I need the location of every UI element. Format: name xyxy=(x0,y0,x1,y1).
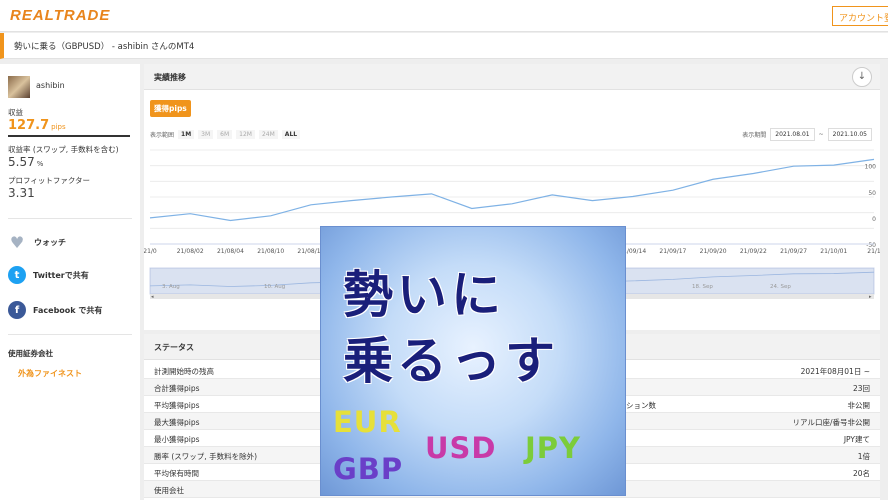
strategy-thumbnail: 勢いに 乗るっす EUR USD JPY GBP xyxy=(320,226,626,496)
twitter-icon: t xyxy=(8,266,26,284)
status-row-value: 1倍 xyxy=(857,452,870,461)
pips-badge[interactable]: 獲得pips xyxy=(150,100,191,117)
profit-underline xyxy=(8,135,130,137)
range-selector: 表示範囲 1M 3M 6M 12M 24M ALL xyxy=(150,130,301,139)
range-label: 表示範囲 xyxy=(150,132,175,139)
x-tick-label: 21/1 xyxy=(867,248,880,255)
profit-label: 収益 xyxy=(8,108,23,117)
x-tick-label: 21/08/10 xyxy=(257,248,284,255)
profile-sidebar: ashibin 収益 127.7 pips 収益率 (スワップ, 手数料を含む) … xyxy=(0,64,140,500)
x-tick-label: 21/09/17 xyxy=(659,248,686,255)
status-row-value: JPY建て xyxy=(843,435,870,444)
return-number: 5.57 xyxy=(8,155,35,169)
facebook-label: Facebook で共有 xyxy=(33,305,103,315)
currency-usd: USD xyxy=(425,431,497,465)
navigator-label: 10. Aug xyxy=(264,284,285,290)
status-row-label2: ション数 xyxy=(626,401,656,410)
status-row-value: 20名 xyxy=(852,469,870,478)
status-heading: ステータス xyxy=(154,343,194,352)
broker-link[interactable]: 外為ファイネスト xyxy=(18,368,82,379)
status-row-label: 最小獲得pips xyxy=(154,435,200,444)
currency-jpy: JPY xyxy=(525,431,582,465)
facebook-icon: f xyxy=(8,301,26,319)
x-tick-label: 21/0 xyxy=(144,248,157,255)
navigator-label: 3. Aug xyxy=(162,284,180,290)
status-row-label: 合計獲得pips xyxy=(154,384,200,393)
pf-label: プロフィットファクター xyxy=(8,176,91,185)
x-tick-label: 21/08/02 xyxy=(177,248,204,255)
thumbnail-title-line2: 乗るっす xyxy=(343,332,559,390)
date-to-input[interactable]: 2021.10.05 xyxy=(827,128,872,141)
divider xyxy=(8,334,132,335)
navigator-label: 18. Sep xyxy=(692,284,713,290)
navigator-label: 24. Sep xyxy=(770,284,791,290)
status-row-label: 最大獲得pips xyxy=(154,418,200,427)
watch-label: ウォッチ xyxy=(34,237,66,247)
top-header: REALTRADE アカウント登録 xyxy=(0,0,888,32)
profit-unit: pips xyxy=(51,123,66,131)
twitter-label: Twitterで共有 xyxy=(33,270,89,280)
performance-heading: 実績推移 xyxy=(154,73,186,82)
status-row-label: 平均保有時間 xyxy=(154,469,199,478)
period-selector: 表示期間 2021.08.01 ~ 2021.10.05 xyxy=(742,128,872,141)
currency-gbp: GBP xyxy=(333,452,404,486)
signup-button[interactable]: アカウント登録 xyxy=(832,6,888,26)
range-3m-button[interactable]: 3M xyxy=(198,130,214,139)
range-12m-button[interactable]: 12M xyxy=(236,130,255,139)
facebook-share-button[interactable]: f Facebook で共有 xyxy=(8,299,102,321)
profit-number: 127.7 xyxy=(8,118,50,133)
return-unit: % xyxy=(36,160,44,168)
divider xyxy=(8,218,132,219)
x-tick-label: 21/09/27 xyxy=(780,248,807,255)
date-separator: ~ xyxy=(818,131,824,138)
pf-value: 3.31 xyxy=(8,186,35,200)
series-line xyxy=(149,158,875,222)
status-row-value: 23回 xyxy=(852,384,870,393)
y-tick-label: 100 xyxy=(865,164,877,171)
status-row-value: 2021年08月01日 ~ xyxy=(800,367,870,376)
return-value: 5.57% xyxy=(8,155,43,169)
username[interactable]: ashibin xyxy=(36,81,65,90)
twitter-share-button[interactable]: t Twitterで共有 xyxy=(8,264,89,286)
y-tick-label: 50 xyxy=(868,190,876,197)
currency-eur: EUR xyxy=(333,405,402,439)
page-title-bar: 勢いに乗る（GBPUSD） - ashibin さんのMT4 xyxy=(0,33,888,59)
status-row-value: 非公開 xyxy=(847,401,871,410)
y-tick-label: 0 xyxy=(872,216,876,223)
range-1m-button[interactable]: 1M xyxy=(178,130,195,139)
x-tick-label: 21/09/20 xyxy=(700,248,727,255)
download-icon[interactable]: ↓ xyxy=(852,67,872,87)
return-label: 収益率 (スワップ, 手数料を含む) xyxy=(8,145,119,154)
status-row-label: 使用会社 xyxy=(154,486,184,495)
status-row-label: 勝率 (スワップ, 手数料を除外) xyxy=(154,452,258,461)
date-from-input[interactable]: 2021.08.01 xyxy=(770,128,815,141)
thumbnail-title-line1: 勢いに xyxy=(343,266,505,324)
realtrade-logo[interactable]: REALTRADE xyxy=(10,7,110,24)
range-6m-button[interactable]: 6M xyxy=(217,130,233,139)
period-label: 表示期間 xyxy=(742,132,767,139)
x-tick-label: 21/08/04 xyxy=(217,248,244,255)
status-row-value: リアル口座/番号非公開 xyxy=(792,418,870,427)
status-row-label: 計測開始時の残高 xyxy=(154,367,214,376)
x-tick-label: 21/10/01 xyxy=(820,248,847,255)
avatar[interactable] xyxy=(8,76,30,98)
broker-heading: 使用証券会社 xyxy=(8,349,53,358)
status-row-label: 平均獲得pips xyxy=(154,401,200,410)
x-tick-label: 21/09/22 xyxy=(740,248,767,255)
range-all-button[interactable]: ALL xyxy=(281,130,301,139)
heart-icon: ♥ xyxy=(9,232,25,252)
profit-value: 127.7 pips xyxy=(8,118,66,133)
watch-button[interactable]: ♥ ウォッチ xyxy=(8,231,66,253)
range-24m-button[interactable]: 24M xyxy=(258,130,278,139)
performance-header: 実績推移 ↓ xyxy=(144,64,880,90)
page-title: 勢いに乗る（GBPUSD） - ashibin さんのMT4 xyxy=(14,42,195,52)
